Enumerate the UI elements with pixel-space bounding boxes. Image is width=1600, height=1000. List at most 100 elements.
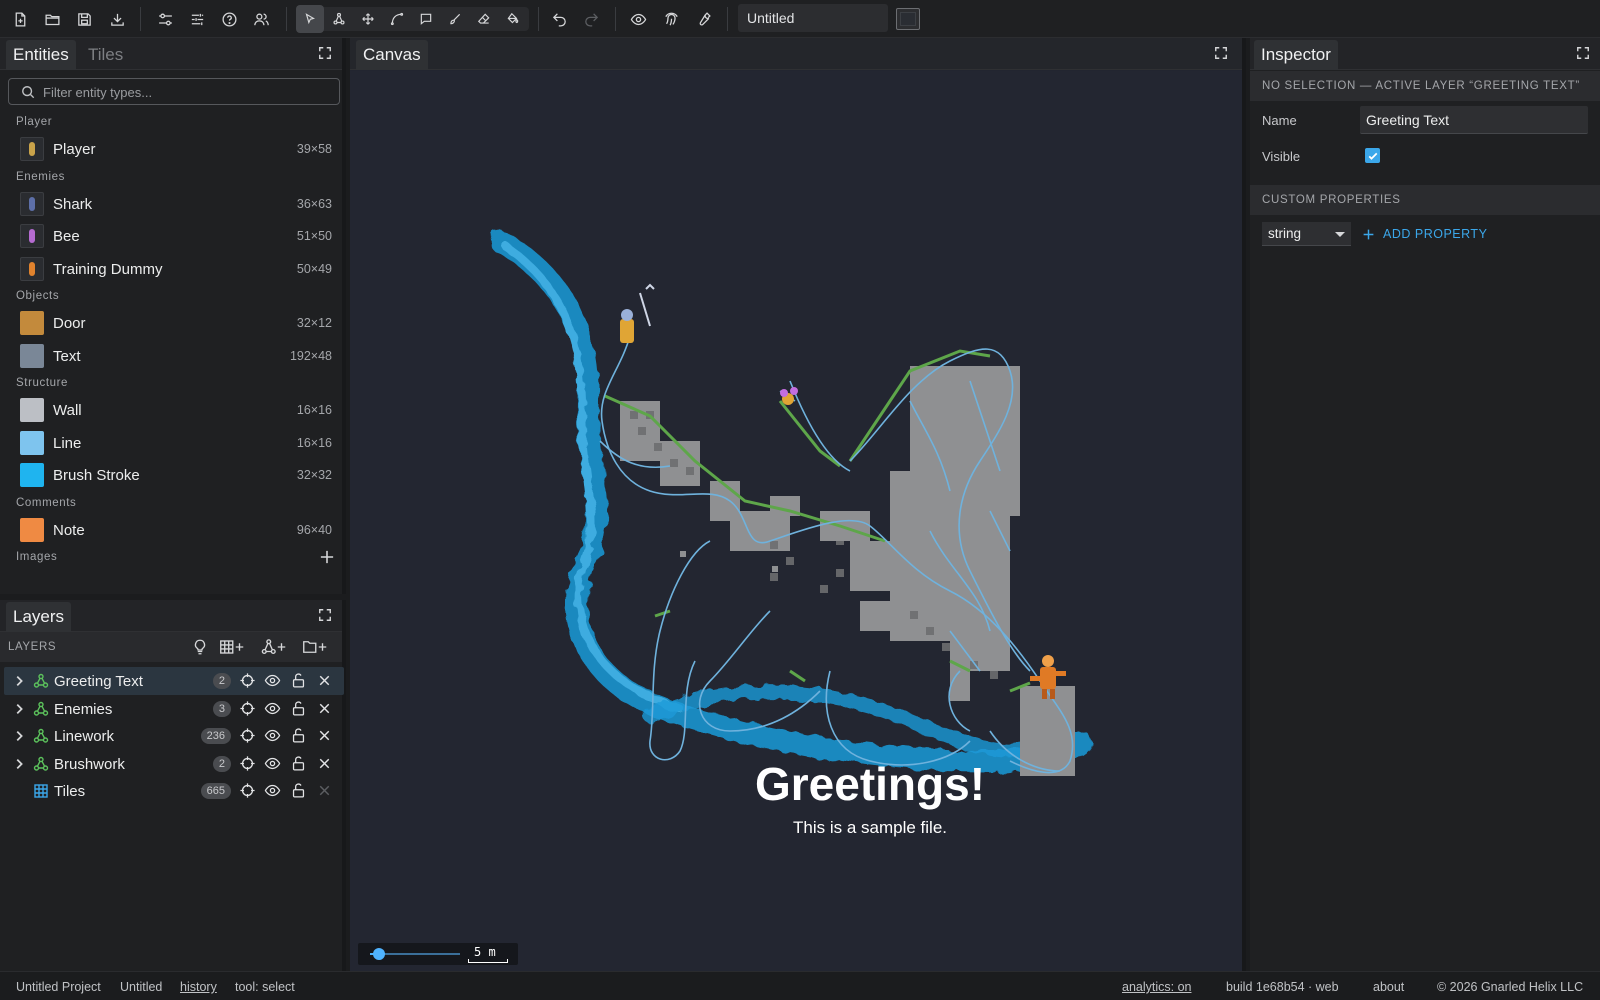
curve-tool-icon[interactable] — [383, 5, 411, 33]
layer-row-linework[interactable]: Linework 236 — [4, 722, 344, 750]
document-name-input[interactable] — [738, 4, 888, 32]
close-icon[interactable] — [316, 727, 334, 745]
entities-panel: Entities Tiles Player Player 39×58 Enemies S… — [0, 38, 346, 594]
close-icon[interactable] — [316, 700, 334, 718]
add-entity-layer-icon[interactable] — [259, 637, 289, 657]
unlock-icon[interactable] — [290, 672, 308, 690]
node-tool-icon[interactable] — [325, 5, 353, 33]
layer-row-greeting-text[interactable]: Greeting Text 2 — [4, 667, 344, 695]
entity-item-shark[interactable]: Shark 36×63 — [8, 189, 338, 219]
layer-row-brushwork[interactable]: Brushwork 2 — [4, 750, 344, 778]
download-icon[interactable] — [103, 5, 131, 33]
tune-icon[interactable] — [183, 5, 211, 33]
layer-count-badge: 2 — [212, 673, 231, 689]
layer-name: Greeting Text — [54, 673, 143, 690]
layer-row-enemies[interactable]: Enemies 3 — [4, 695, 344, 723]
chevron-right-icon[interactable] — [12, 729, 26, 743]
comment-tool-icon[interactable] — [412, 5, 440, 33]
category-label: Structure — [16, 377, 69, 389]
crosshair-icon[interactable] — [239, 755, 257, 773]
wrench-icon[interactable] — [689, 5, 717, 33]
close-icon[interactable] — [316, 755, 334, 773]
entity-item-wall[interactable]: Wall 16×16 — [8, 395, 338, 425]
fingerprint-icon[interactable] — [657, 5, 685, 33]
chevron-right-icon[interactable] — [12, 674, 26, 688]
open-folder-icon[interactable] — [38, 5, 66, 33]
undo-icon[interactable] — [545, 5, 573, 33]
entity-thumbnail — [20, 430, 44, 455]
crosshair-icon[interactable] — [239, 700, 257, 718]
unlock-icon[interactable] — [290, 755, 308, 773]
background-color-swatch[interactable] — [896, 8, 920, 30]
entity-item-text[interactable]: Text 192×48 — [8, 341, 338, 371]
eye-icon[interactable] — [624, 5, 652, 33]
history-link[interactable]: history — [180, 980, 217, 994]
visible-checkbox[interactable] — [1365, 148, 1380, 163]
eye-icon[interactable] — [264, 700, 282, 718]
entity-item-player[interactable]: Player 39×58 — [8, 134, 338, 164]
maximize-icon[interactable] — [1576, 46, 1592, 62]
entity-size: 39×58 — [296, 142, 332, 156]
maximize-icon[interactable] — [318, 608, 334, 624]
eraser-icon[interactable] — [470, 5, 498, 33]
entity-item-bee[interactable]: Bee 51×50 — [8, 221, 338, 251]
tab-layers[interactable]: Layers — [6, 602, 72, 632]
entity-type-list: Player Player 39×58 Enemies Shark 36×63 Bee 51×… — [0, 112, 346, 592]
maximize-icon[interactable] — [1214, 46, 1230, 62]
analytics-toggle[interactable]: analytics: on — [1122, 980, 1191, 994]
add-tile-layer-icon[interactable] — [217, 637, 247, 657]
entity-item-door[interactable]: Door 32×12 — [8, 308, 338, 338]
entity-name: Brush Stroke — [53, 467, 140, 484]
tab-tiles[interactable]: Tiles — [81, 40, 130, 70]
chevron-right-icon[interactable] — [12, 702, 26, 716]
help-icon[interactable] — [215, 5, 243, 33]
property-type-select[interactable]: string — [1262, 222, 1351, 246]
eye-icon[interactable] — [264, 727, 282, 745]
unlock-icon[interactable] — [290, 782, 308, 800]
tab-inspector[interactable]: Inspector — [1254, 40, 1338, 70]
sliders-icon[interactable] — [151, 5, 179, 33]
zoom-control: 5 m — [358, 943, 518, 965]
canvas-viewport[interactable]: Greetings! This is a sample file. 5 m — [350, 71, 1242, 971]
lightbulb-icon[interactable] — [191, 637, 209, 657]
layer-name-input[interactable] — [1360, 106, 1588, 134]
caret-down-icon — [1335, 232, 1345, 237]
add-property-button[interactable]: ADD PROPERTY — [1362, 224, 1487, 244]
property-type-value: string — [1268, 226, 1302, 241]
zoom-slider-thumb[interactable] — [373, 948, 385, 960]
tab-canvas[interactable]: Canvas — [356, 40, 428, 70]
eye-icon[interactable] — [264, 755, 282, 773]
add-image-icon[interactable] — [320, 550, 334, 564]
entity-item-training-dummy[interactable]: Training Dummy 50×49 — [8, 254, 338, 284]
pan-icon[interactable] — [354, 5, 382, 33]
category-label: Player — [16, 116, 53, 128]
crosshair-icon[interactable] — [239, 672, 257, 690]
chevron-right-icon[interactable] — [12, 757, 26, 771]
unlock-icon[interactable] — [290, 727, 308, 745]
fill-icon[interactable] — [499, 5, 527, 33]
entity-item-line[interactable]: Line 16×16 — [8, 428, 338, 458]
add-folder-icon[interactable] — [300, 637, 330, 657]
save-icon[interactable] — [70, 5, 98, 33]
layer-row-tiles[interactable]: Tiles 665 — [4, 777, 344, 805]
crosshair-icon[interactable] — [239, 727, 257, 745]
close-icon[interactable] — [316, 782, 334, 800]
eye-icon[interactable] — [264, 782, 282, 800]
select-pointer-icon[interactable] — [296, 5, 324, 33]
status-bar: Untitled Project Untitled history tool: … — [0, 971, 1600, 1000]
tab-entities[interactable]: Entities — [6, 40, 76, 70]
unlock-icon[interactable] — [290, 700, 308, 718]
entity-thumbnail — [20, 137, 44, 161]
eye-icon[interactable] — [264, 672, 282, 690]
redo-icon[interactable] — [577, 5, 605, 33]
entity-item-brush-stroke[interactable]: Brush Stroke 32×32 — [8, 460, 338, 490]
close-icon[interactable] — [316, 672, 334, 690]
entity-filter-input[interactable] — [43, 82, 333, 102]
maximize-icon[interactable] — [318, 46, 334, 62]
brush-icon[interactable] — [441, 5, 469, 33]
crosshair-icon[interactable] — [239, 782, 257, 800]
about-link[interactable]: about — [1373, 980, 1404, 994]
entity-item-note[interactable]: Note 96×40 — [8, 515, 338, 545]
users-icon[interactable] — [247, 5, 275, 33]
new-file-icon[interactable] — [6, 5, 34, 33]
